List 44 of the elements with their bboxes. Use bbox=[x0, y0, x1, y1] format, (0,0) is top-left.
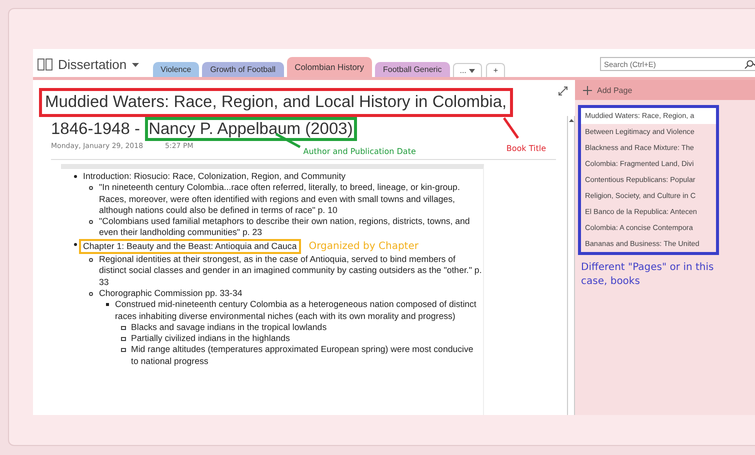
scrollbar[interactable] bbox=[567, 116, 575, 415]
notebook-name[interactable]: Dissertation bbox=[58, 57, 127, 72]
add-section-button[interactable]: + bbox=[486, 63, 506, 77]
bullet-icon bbox=[120, 337, 126, 342]
bullet-icon bbox=[89, 258, 93, 262]
bullet-icon bbox=[89, 186, 93, 190]
annotation-label: Author and Publication Date bbox=[303, 147, 416, 156]
section-tab[interactable]: Violence bbox=[152, 62, 200, 77]
bullet-icon bbox=[89, 220, 93, 224]
bullet-icon bbox=[106, 303, 108, 306]
plus-icon bbox=[583, 86, 592, 94]
dropdown-icon[interactable] bbox=[132, 62, 139, 66]
outline-item: Mid range altitudes (temperatures approximated European spring) were most conducive to national progress bbox=[131, 344, 474, 368]
outline-item: Regional identities at their strongest, as in the case of Antioquia, served to bind members of distinct social classes and gender in an imagined community by casting outsiders as the "other." p. 33 bbox=[99, 254, 483, 288]
outline-heading: Chapter 1: Beauty and the Beast: Antioquia and Cauca bbox=[79, 238, 301, 254]
outline-item: Construed mid-nineteenth century Colombia as a heterogeneous nation composed of distinct races inhabiting diverse environmental niches (each with its own morality and progress) bbox=[115, 299, 478, 322]
annotation-label: Different "Pages" or in this case, books bbox=[581, 261, 715, 289]
more-tabs-button[interactable]: ... bbox=[452, 63, 482, 77]
leader-line bbox=[503, 117, 519, 139]
section-tab[interactable]: Growth of Football bbox=[202, 62, 284, 77]
expand-icon[interactable] bbox=[558, 86, 568, 96]
bullet-icon bbox=[120, 326, 126, 330]
annotation-label: Organized by Chapter bbox=[308, 240, 418, 252]
section-tab[interactable]: Colombian History bbox=[286, 57, 372, 77]
outline-item: Blacks and savage indians in the tropical lowlands bbox=[131, 322, 328, 334]
outline-item: Partially civilized indians in the highlands bbox=[131, 333, 291, 344]
scroll-up-icon[interactable] bbox=[568, 119, 574, 122]
outline-item: Chorographic Commission pp. 33-34 bbox=[99, 288, 244, 300]
search-icon bbox=[744, 60, 755, 68]
outline-item: "In nineteenth century Colombia...race often referred, literally, to breed, lineage, or kin-group. Races, moreover, were often identified with regions and even with small towns and villages, although nations could also be defined in terms of race" p. 10 bbox=[99, 182, 461, 216]
section-tab[interactable]: Football Generic bbox=[375, 62, 450, 77]
page-title: 1846-1948 - bbox=[51, 120, 141, 138]
bullet-icon bbox=[89, 292, 93, 296]
outline-item: "Colombians used familial metaphors to describe their own nation, regions, districts, towns, and even their landholding communities" p. 23 bbox=[99, 216, 471, 239]
page-title-author: Nancy P. Appelbaum (2003) bbox=[144, 117, 357, 141]
bullet-icon bbox=[74, 242, 76, 246]
annotation-label: Book Title bbox=[506, 144, 546, 153]
caret-icon bbox=[469, 68, 476, 72]
bullet-icon bbox=[120, 348, 126, 352]
add-page-button[interactable]: Add Page bbox=[575, 80, 755, 100]
notebook-icon bbox=[37, 58, 53, 71]
outline-heading: Introduction: Riosucio: Race, Colonization, Region, and Community bbox=[83, 171, 346, 182]
bullet-icon bbox=[74, 175, 76, 178]
page-title: Muddied Waters: Race, Region, and Local History in Colombia, bbox=[39, 88, 513, 117]
